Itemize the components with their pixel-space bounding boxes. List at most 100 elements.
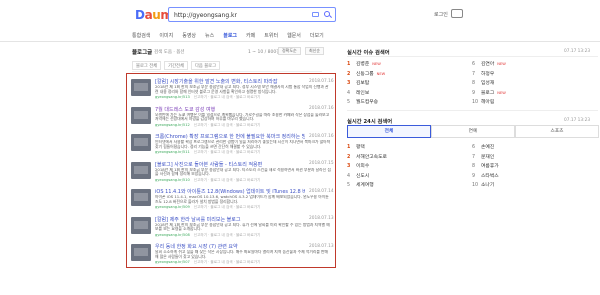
tab-1[interactable]: 이미지 [159, 31, 173, 41]
sort-latest-button[interactable]: 최신순 [305, 47, 325, 55]
keyboard-icon[interactable] [312, 12, 319, 17]
rank-item[interactable]: 8 임성재 [472, 79, 494, 86]
result-meta-links[interactable]: 신고하기 · 블로그 내 검색 · 블로그 바로가기 [194, 178, 261, 182]
rank-item[interactable]: 6 김연아 NEW [472, 60, 506, 67]
rank-keyword[interactable]: 서해안고속도로 [356, 155, 387, 160]
search-input[interactable] [174, 9, 312, 21]
results-subtitle[interactable]: 검색 도움 · 옵션 [154, 49, 185, 55]
result-meta-links[interactable]: 신고하기 · 블로그 내 검색 · 블로그 바로가기 [194, 123, 261, 127]
tab-2[interactable]: 동영상 [182, 31, 196, 41]
rank-keyword[interactable]: 월드컵우승 [356, 100, 378, 105]
result-thumbnail[interactable] [131, 106, 151, 124]
rank-item[interactable]: 9 블로그 NEW [472, 89, 506, 96]
rank-number: 10 [472, 183, 479, 188]
rank-keyword[interactable]: 하정우 [481, 72, 494, 77]
segment-tab-2[interactable]: 스포츠 [515, 125, 599, 138]
result-title-link[interactable]: [칼럼] 시장기출을 위한 발견 노출의 변화, 티스토리 따라잡 [155, 78, 305, 85]
rank-keyword[interactable]: 블로그 [481, 91, 494, 96]
result-thumbnail[interactable] [131, 216, 151, 234]
rank-item[interactable]: 2 서해안고속도로 [347, 153, 387, 160]
rank-keyword[interactable]: 이외수 [356, 164, 369, 169]
rank-item[interactable]: 5 월드컵우승 [347, 98, 378, 105]
result-url[interactable]: gyeongsang.kr/513 [155, 95, 190, 99]
rank-keyword[interactable]: 김연아 [481, 62, 494, 67]
rank-item[interactable]: 7 하정우 [472, 70, 494, 77]
tab-8[interactable]: 더보기 [310, 31, 324, 41]
result-title-link[interactable]: 크롬(Chrome) 확장 프로그램으로 한 번에 불필요한 북마크 정리하는 … [155, 133, 305, 140]
result-title-link[interactable]: 7월 대드레스 도쿄 감성 여행 [155, 106, 305, 113]
realtime-issue-time: 07.17 13:23 [564, 48, 591, 54]
list-item: 우리 동네 한정 화요 시장 (7) 관련 요약 2018.07.13 날씨 소소하… [131, 243, 334, 265]
tab-7[interactable]: 웹문서 [287, 31, 301, 41]
rank-keyword[interactable]: 신도시 [356, 174, 369, 179]
tab-0[interactable]: 통합검색 [132, 31, 150, 41]
result-thumbnail[interactable] [131, 79, 151, 96]
result-url[interactable]: gyeongsang.kr/507 [155, 260, 190, 264]
rank-keyword[interactable]: 스타벅스 [481, 174, 499, 179]
segment-tab-0[interactable]: 전체 [347, 125, 431, 138]
rank-keyword[interactable]: 세계여행 [356, 183, 374, 188]
tab-4[interactable]: 블로그 [223, 31, 237, 42]
rank-item[interactable]: 6 손예진 [472, 143, 494, 150]
result-url[interactable]: gyeongsang.kr/510 [155, 178, 190, 182]
rank-item[interactable]: 10 소나기 [472, 181, 494, 188]
rank-number: 8 [472, 164, 476, 169]
rank-item[interactable]: 1 김병준 NEW [347, 60, 381, 67]
rank-keyword[interactable]: 평택 [356, 145, 365, 150]
rank-keyword[interactable]: 신동그룹 [356, 72, 374, 77]
tab-3[interactable]: 뉴스 [205, 31, 214, 41]
result-thumbnail[interactable] [131, 161, 151, 179]
result-meta-links[interactable]: 신고하기 · 블로그 내 검색 · 블로그 바로가기 [194, 260, 261, 264]
rank-keyword[interactable]: 손예진 [481, 145, 494, 150]
rank-keyword[interactable]: 문재인 [481, 155, 494, 160]
result-title-link[interactable]: [칼럼] 제주 한라 날씨를 미리보는 블로그 [155, 216, 305, 223]
filter-blog-all[interactable]: 블로그 전체 [132, 61, 162, 70]
filter-period[interactable]: 기간전체 [164, 61, 188, 70]
filter-daum-blog[interactable]: 다음 블로그 [190, 61, 221, 70]
rank-item[interactable]: 10 헤아림 [472, 98, 494, 105]
result-url[interactable]: gyeongsang.kr/512 [155, 123, 190, 127]
result-meta-links[interactable]: 신고하기 · 블로그 내 검색 · 블로그 바로가기 [194, 150, 261, 154]
rank-item[interactable]: 5 세계여행 [347, 181, 374, 188]
result-url[interactable]: gyeongsang.kr/509 [155, 205, 190, 209]
result-meta-links[interactable]: 신고하기 · 블로그 내 검색 · 블로그 바로가기 [194, 95, 261, 99]
rank-item[interactable]: 3 이외수 [347, 162, 369, 169]
result-snippet: 오랜만에 가는 도쿄 여행은 이틀 일정으로 계획했습니다. 가로수길을 따라 … [155, 112, 330, 122]
daum-logo[interactable]: Daum [135, 8, 173, 22]
search-box[interactable] [168, 7, 336, 22]
result-meta-links[interactable]: 신고하기 · 블로그 내 검색 · 블로그 바로가기 [194, 205, 261, 209]
rank-number: 1 [347, 62, 351, 67]
sort-accuracy-button[interactable]: 정확도순 [278, 47, 301, 55]
result-title-link[interactable]: iOS 11.4.1와 아이튠즈 12.8(Windows) 업데이트 및 iT… [155, 188, 305, 195]
result-title-link[interactable]: 우리 동네 한정 화요 시장 (7) 관련 요약 [155, 243, 305, 250]
tab-6[interactable]: 트위터 [264, 31, 278, 41]
result-url[interactable]: gyeongsang.kr/511 [155, 150, 190, 154]
result-url[interactable]: gyeongsang.kr/508 [155, 233, 190, 237]
mail-icon[interactable] [451, 9, 463, 18]
rank-item[interactable]: 9 스타벅스 [472, 172, 499, 179]
rank-keyword[interactable]: 김보탐 [356, 81, 369, 86]
result-meta-links[interactable]: 신고하기 · 블로그 내 검색 · 블로그 바로가기 [194, 233, 261, 237]
search-icon[interactable] [324, 11, 330, 17]
rank-item[interactable]: 3 김보탐 [347, 79, 369, 86]
tab-5[interactable]: 카페 [246, 31, 255, 41]
result-thumbnail[interactable] [131, 134, 151, 151]
rank-keyword[interactable]: 임성재 [481, 81, 494, 86]
rank-item[interactable]: 1 평택 [347, 143, 365, 150]
rank-keyword[interactable]: 여름휴가 [481, 164, 499, 169]
segment-tab-1[interactable]: 연예 [431, 125, 515, 138]
rank-keyword[interactable]: 레인보 [356, 91, 369, 96]
rank-keyword[interactable]: 김병준 [356, 62, 369, 67]
rank-keyword[interactable]: 소나기 [481, 183, 494, 188]
rank-item[interactable]: 2 신동그룹 NEW [347, 70, 385, 77]
rank-item[interactable]: 7 문재인 [472, 153, 494, 160]
result-thumbnail[interactable] [131, 244, 151, 261]
rank-item[interactable]: 4 신도시 [347, 172, 369, 179]
rank-keyword[interactable]: 헤아림 [481, 100, 494, 105]
rank-item[interactable]: 8 여름휴가 [472, 162, 499, 169]
result-title-link[interactable]: [블로그] 사진으로 돌아본 사람들 - 티스토리 적용편 [155, 161, 305, 168]
login-link[interactable]: 로그인 [434, 11, 448, 18]
rank-item[interactable]: 4 레인보 [347, 89, 369, 96]
result-date: 2018.07.14 [309, 188, 334, 194]
result-thumbnail[interactable] [131, 189, 151, 206]
